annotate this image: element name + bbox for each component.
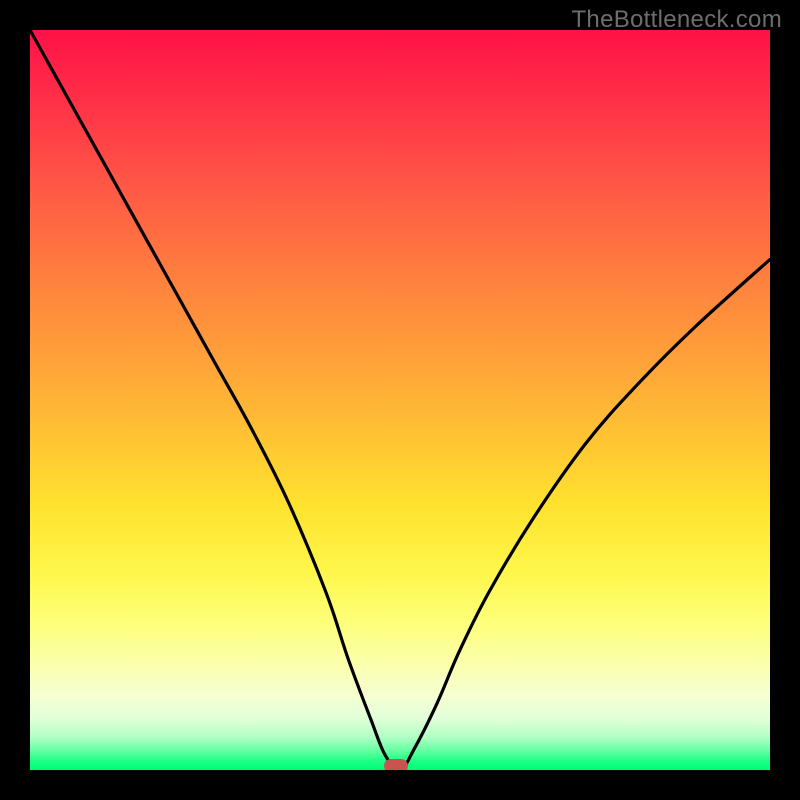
curve-svg	[30, 30, 770, 770]
plot-area	[30, 30, 770, 770]
optimal-point-marker	[384, 759, 408, 770]
chart-frame: TheBottleneck.com	[0, 0, 800, 800]
watermark-text: TheBottleneck.com	[571, 6, 782, 34]
bottleneck-curve-line	[30, 30, 770, 770]
